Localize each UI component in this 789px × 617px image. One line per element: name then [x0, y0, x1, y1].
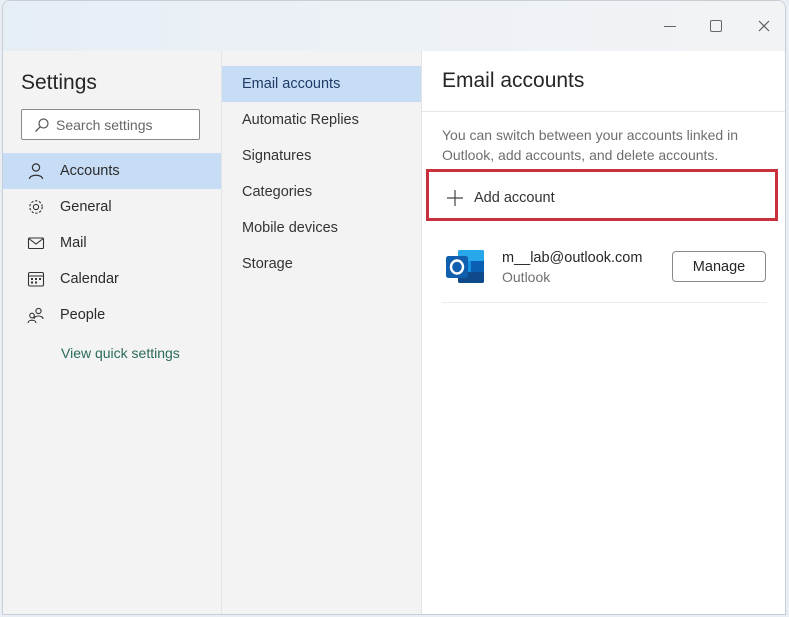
nav-item-calendar[interactable]: Calendar [3, 261, 221, 297]
close-icon [758, 20, 770, 32]
add-account-button[interactable]: Add account [446, 187, 555, 209]
maximize-button[interactable] [705, 15, 727, 37]
minimize-button[interactable] [659, 15, 681, 37]
subnav-item-email-accounts[interactable]: Email accounts [222, 66, 421, 102]
subnav-list: Email accounts Automatic Replies Signatu… [222, 66, 421, 282]
account-type: Outlook [502, 269, 551, 285]
panel-description: You can switch between your accounts lin… [442, 127, 738, 163]
nav-item-label: Accounts [60, 163, 120, 179]
close-button[interactable] [753, 15, 775, 37]
nav-item-label: General [60, 199, 112, 215]
nav-item-label: People [60, 307, 106, 323]
accounts-subnav: Email accounts Automatic Replies Signatu… [221, 51, 422, 614]
subnav-item-mobile-devices[interactable]: Mobile devices [222, 210, 421, 246]
plus-icon [446, 189, 464, 207]
manage-button[interactable]: Manage [672, 251, 766, 282]
subnav-item-storage[interactable]: Storage [222, 246, 421, 282]
nav-item-label: Calendar [60, 271, 119, 287]
settings-nav: Settings Accounts General [3, 51, 221, 614]
settings-window: Settings Accounts General [2, 0, 786, 615]
nav-list: Accounts General Mail Calendar People [3, 153, 221, 333]
subnav-item-categories[interactable]: Categories [222, 174, 421, 210]
nav-item-accounts[interactable]: Accounts [3, 153, 221, 189]
nav-item-mail[interactable]: Mail [3, 225, 221, 261]
search-icon [34, 117, 50, 133]
gear-icon [27, 198, 45, 216]
panel-title: Email accounts [442, 69, 585, 92]
calendar-icon [27, 270, 45, 288]
account-row: m__lab@outlook.com Outlook Manage [442, 244, 767, 303]
subnav-item-signatures[interactable]: Signatures [222, 138, 421, 174]
search-input[interactable] [56, 116, 196, 133]
title-bar [3, 1, 785, 51]
nav-item-general[interactable]: General [3, 189, 221, 225]
nav-item-people[interactable]: People [3, 297, 221, 333]
settings-title: Settings [21, 71, 97, 94]
people-icon [27, 306, 45, 324]
outlook-logo-icon [444, 248, 486, 286]
add-account-label: Add account [474, 190, 555, 206]
mail-icon [27, 234, 45, 252]
minimize-icon [664, 25, 676, 27]
panel-header: Email accounts [422, 51, 785, 112]
nav-item-label: Mail [60, 235, 87, 251]
search-box[interactable] [21, 109, 200, 140]
view-quick-settings-link[interactable]: View quick settings [61, 345, 180, 361]
maximize-icon [710, 20, 722, 32]
email-accounts-panel: Email accounts You can switch between yo… [421, 51, 785, 614]
person-icon [27, 162, 45, 180]
account-email: m__lab@outlook.com [502, 250, 643, 266]
subnav-item-automatic-replies[interactable]: Automatic Replies [222, 102, 421, 138]
